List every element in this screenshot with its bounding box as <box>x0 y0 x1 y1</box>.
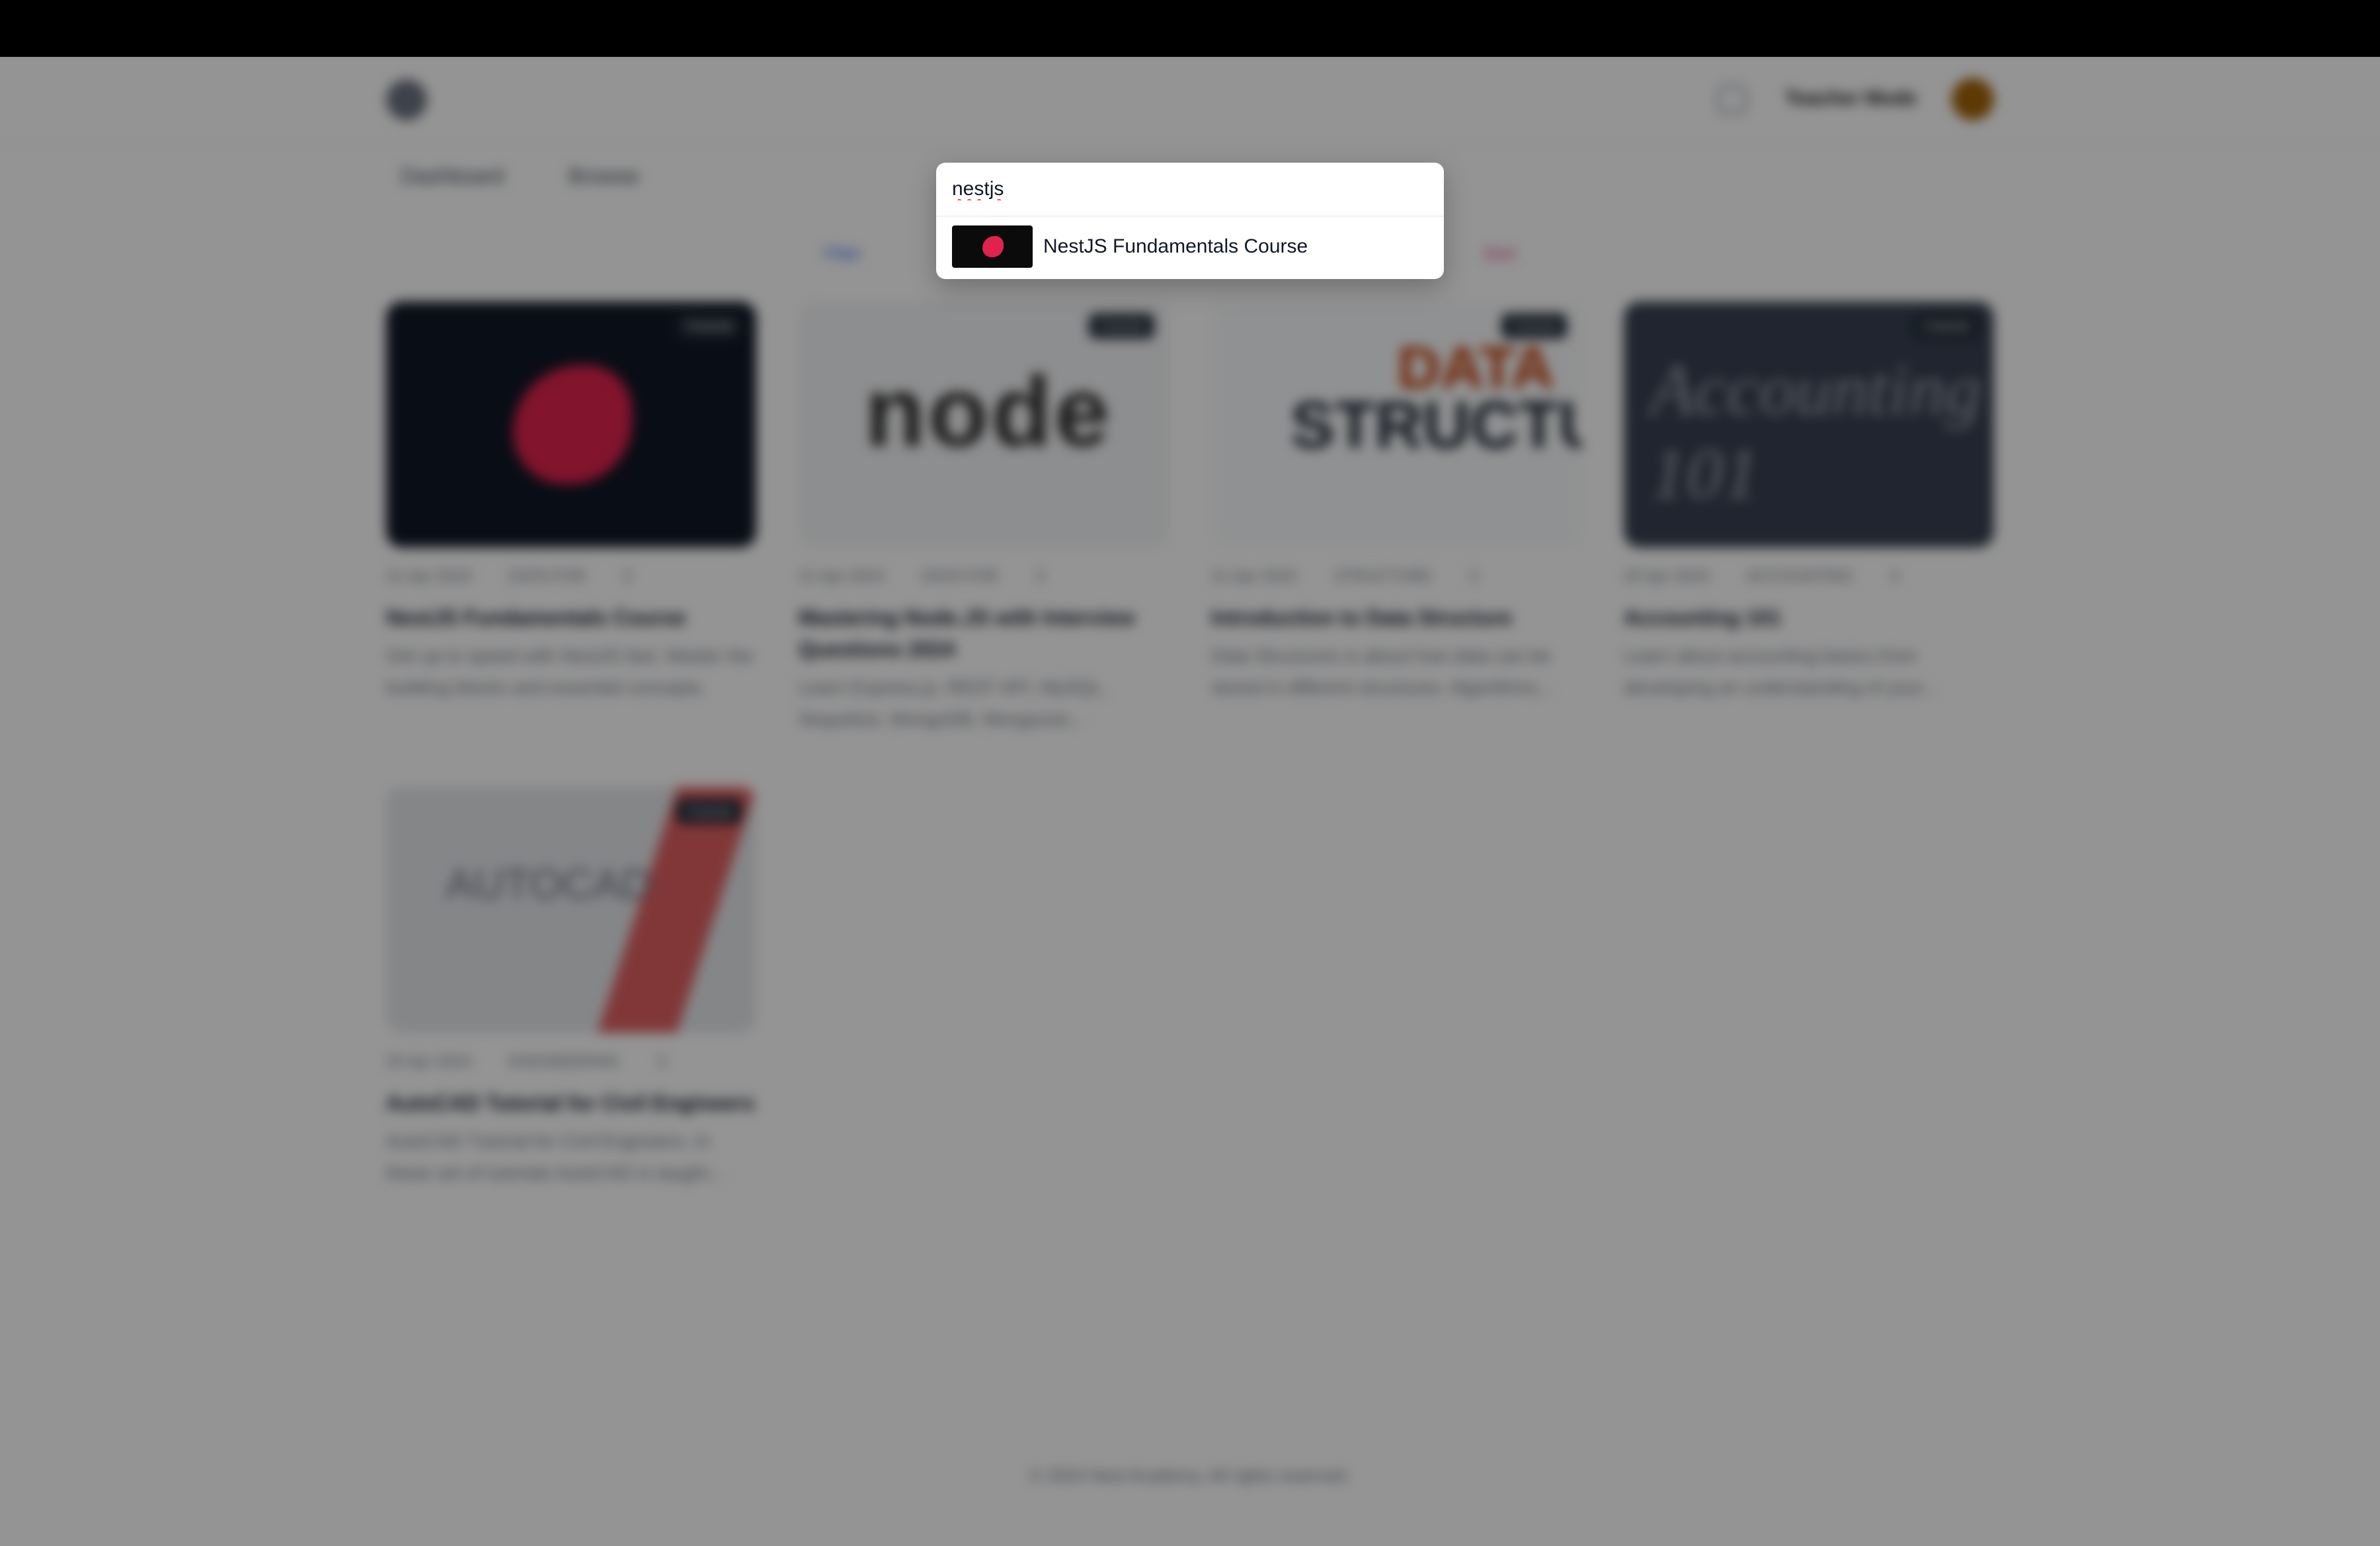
search-result-thumbnail <box>952 225 1033 268</box>
top-black-bar <box>0 0 2380 57</box>
search-input[interactable] <box>936 163 1444 217</box>
search-result-label: NestJS Fundamentals Course <box>1043 235 1308 257</box>
search-result-item[interactable]: NestJS Fundamentals Course <box>952 225 1428 268</box>
modal-overlay[interactable] <box>0 57 2380 1546</box>
search-dialog: NestJS Fundamentals Course <box>936 163 1444 279</box>
page: Teacher Mode Dashboard Browse Filter Sor… <box>0 57 2380 1546</box>
nestjs-logo-icon <box>982 236 1004 257</box>
